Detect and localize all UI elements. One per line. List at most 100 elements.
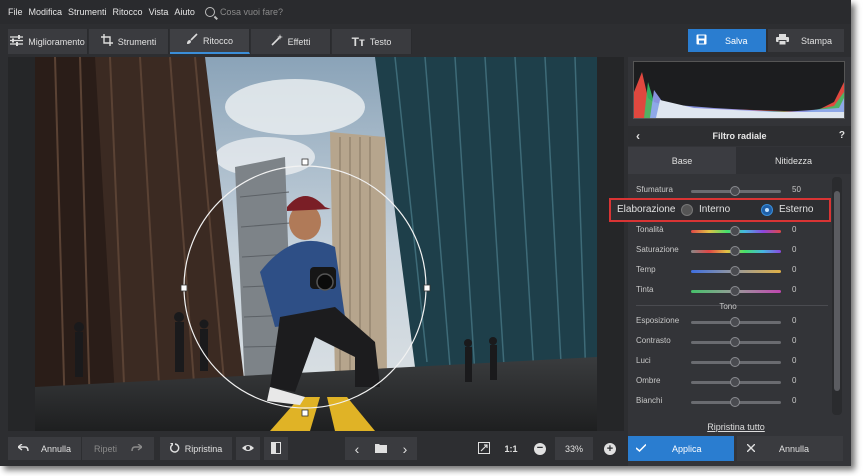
save-button[interactable]: Salva <box>688 29 766 52</box>
slider-thumb[interactable] <box>730 246 740 256</box>
actual-size-button[interactable]: 1:1 <box>500 437 522 460</box>
slider-thumb[interactable] <box>730 186 740 196</box>
undo-button[interactable]: Annulla <box>8 437 81 460</box>
bottom-bar: Annulla Ripeti Ripristina ‹ › 1:1 − 33% … <box>0 431 628 466</box>
next-image-button[interactable]: › <box>393 437 417 460</box>
tab-effetti[interactable]: Effetti <box>251 29 331 54</box>
compare-icon <box>271 441 281 456</box>
slider-contrasto[interactable]: Contrasto 0 <box>628 334 828 350</box>
radio-dot <box>765 208 769 212</box>
tab-nitidezza[interactable]: Nitidezza <box>736 147 851 174</box>
slider-tinta[interactable]: Tinta 0 <box>628 283 828 299</box>
slider-label: Saturazione <box>636 245 679 254</box>
slider-label: Sfumatura <box>636 185 673 194</box>
radial-filter-overlay[interactable] <box>8 57 624 431</box>
slider-luci[interactable]: Luci 0 <box>628 354 828 370</box>
menu-strumenti[interactable]: Strumenti <box>68 7 107 17</box>
check-icon <box>635 443 647 454</box>
radio-esterno-label[interactable]: Esterno <box>779 204 813 215</box>
tab-testo[interactable]: Tт Testo <box>332 29 412 54</box>
tab-base[interactable]: Base <box>628 147 736 174</box>
slider-thumb[interactable] <box>730 377 740 387</box>
panel-scrollbar[interactable] <box>832 177 842 415</box>
menu-modifica[interactable]: Modifica <box>29 7 63 17</box>
chevron-left-icon: ‹ <box>354 440 360 457</box>
menu-ritocco[interactable]: Ritocco <box>113 7 143 17</box>
tab-strumenti[interactable]: Strumenti <box>89 29 169 54</box>
slider-label: Bianchi <box>636 396 663 405</box>
radio-interno-label[interactable]: Interno <box>699 204 730 215</box>
cancel-label: Annulla <box>779 443 810 454</box>
radial-handle-bottom <box>301 409 309 417</box>
reset-all-link[interactable]: Ripristina tutto <box>628 422 844 432</box>
redo-button[interactable]: Ripeti <box>82 437 154 460</box>
slider-value: 0 <box>792 265 797 274</box>
slider-thumb[interactable] <box>730 337 740 347</box>
radial-handle-left <box>180 284 188 292</box>
zoom-out-button[interactable]: − <box>529 437 551 460</box>
slider-thumb[interactable] <box>730 226 740 236</box>
slider-bianchi[interactable]: Bianchi 0 <box>628 394 828 410</box>
slider-saturazione[interactable]: Saturazione 0 <box>628 243 828 259</box>
histogram <box>633 61 845 119</box>
menu-bar: File Modifica Strumenti Ritocco Vista Ai… <box>0 0 851 24</box>
tone-heading: Tono <box>719 302 737 311</box>
cancel-button[interactable]: Annulla <box>737 436 843 461</box>
apply-button[interactable]: Applica <box>628 436 734 461</box>
zoom-value: 33% <box>564 443 583 454</box>
search-input[interactable]: Cosa vuoi fare? <box>220 7 283 17</box>
zoom-level[interactable]: 33% <box>555 437 593 460</box>
menu-file[interactable]: File <box>8 7 23 17</box>
slider-thumb[interactable] <box>730 286 740 296</box>
slider-label: Ombre <box>636 376 661 385</box>
scrollbar-thumb[interactable] <box>834 191 840 391</box>
text-icon: Tт <box>351 34 365 49</box>
prev-image-button[interactable]: ‹ <box>345 437 369 460</box>
compare-button[interactable] <box>264 437 288 460</box>
radio-esterno[interactable] <box>761 204 773 216</box>
print-button[interactable]: Stampa <box>768 29 844 52</box>
slider-thumb[interactable] <box>730 357 740 367</box>
reset-button[interactable]: Ripristina <box>160 437 232 460</box>
fit-screen-button[interactable] <box>473 437 495 460</box>
radio-interno[interactable] <box>681 204 693 216</box>
slider-value: 0 <box>792 245 797 254</box>
redo-icon <box>131 442 144 454</box>
reset-icon <box>169 442 180 455</box>
slider-temp[interactable]: Temp 0 <box>628 263 828 279</box>
image-canvas[interactable] <box>8 57 624 431</box>
tab-base-label: Base <box>671 155 693 166</box>
back-icon[interactable]: ‹ <box>636 129 640 143</box>
help-icon[interactable]: ? <box>839 130 845 141</box>
slider-value: 0 <box>792 225 797 234</box>
menu-vista[interactable]: Vista <box>149 7 169 17</box>
tab-label: Ritocco <box>202 35 233 46</box>
tab-ritocco[interactable]: Ritocco <box>170 29 250 54</box>
slider-sfumatura[interactable]: Sfumatura 50 <box>628 183 828 199</box>
preview-eye-button[interactable] <box>236 437 260 460</box>
slider-esposizione[interactable]: Esposizione 0 <box>628 314 828 330</box>
slider-ombre[interactable]: Ombre 0 <box>628 374 828 390</box>
undo-label: Annulla <box>40 443 72 454</box>
slider-thumb[interactable] <box>730 397 740 407</box>
print-icon <box>776 34 789 47</box>
slider-value: 0 <box>792 396 797 405</box>
menu-aiuto[interactable]: Aiuto <box>174 7 195 17</box>
slider-tonalita[interactable]: Tonalità 0 <box>628 223 828 239</box>
slider-value: 0 <box>792 376 797 385</box>
print-label: Stampa <box>801 35 833 46</box>
save-label: Salva <box>725 35 748 46</box>
slider-thumb[interactable] <box>730 317 740 327</box>
plus-icon: + <box>604 442 616 455</box>
zoom-in-button[interactable]: + <box>599 437 621 460</box>
slider-value: 0 <box>792 285 797 294</box>
search-icon[interactable] <box>204 7 215 17</box>
slider-thumb[interactable] <box>730 266 740 276</box>
open-folder-button[interactable] <box>369 437 393 460</box>
save-icon <box>696 34 707 47</box>
radial-handle-top <box>301 158 309 166</box>
slider-label: Temp <box>636 265 656 274</box>
tab-miglioramento[interactable]: Miglioramento <box>8 29 88 54</box>
apply-label: Applica <box>672 443 702 454</box>
sliders-icon <box>10 34 24 49</box>
